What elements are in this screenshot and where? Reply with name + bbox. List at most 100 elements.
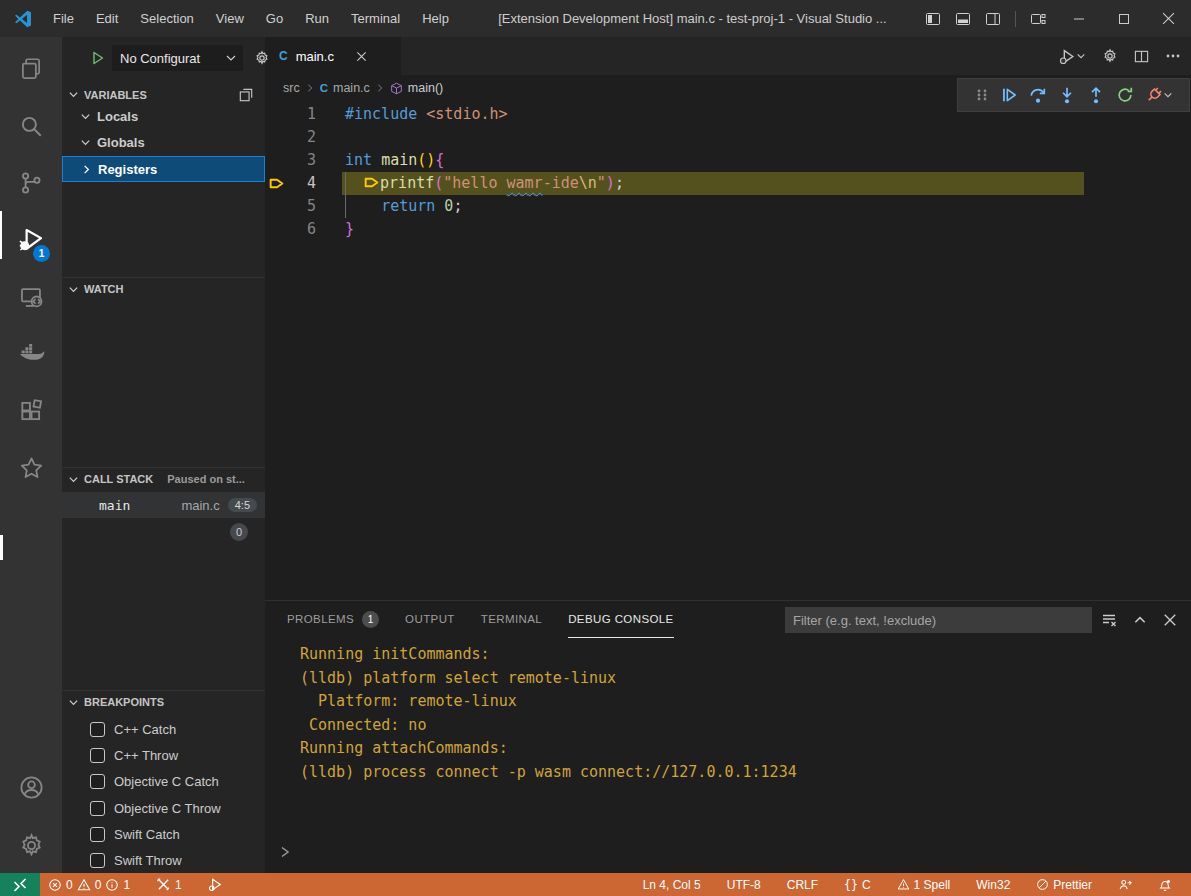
section-title: WATCH [84, 283, 124, 295]
console-filter[interactable] [785, 607, 1092, 633]
menu-view[interactable]: View [205, 0, 255, 37]
start-debug-icon[interactable] [90, 50, 106, 66]
breakpoint-row[interactable]: Objective C Throw [62, 795, 265, 821]
maximize-panel-icon[interactable] [1133, 613, 1147, 627]
section-title: BREAKPOINTS [84, 696, 164, 708]
settings-gear-icon[interactable] [0, 821, 62, 869]
checkbox[interactable] [90, 774, 105, 789]
star-icon[interactable] [0, 444, 62, 492]
console-line: Platform: remote-linux [300, 690, 797, 714]
restart-icon[interactable] [1116, 86, 1134, 104]
debug-stackframe-icon [363, 174, 380, 191]
variables-registers-row[interactable]: Registers [62, 156, 265, 182]
filter-input[interactable] [785, 613, 1092, 628]
close-panel-icon[interactable] [1163, 613, 1177, 627]
docker-icon[interactable] [0, 330, 62, 378]
customize-layout-icon[interactable] [1030, 11, 1046, 27]
breakpoint-label: Objective C Catch [114, 774, 219, 789]
run-debug-icon[interactable]: 1 [0, 216, 62, 264]
toggle-secondary-sidebar-icon[interactable] [985, 11, 1001, 27]
menu-terminal[interactable]: Terminal [340, 0, 411, 37]
warning-icon [897, 878, 910, 891]
drag-grip-icon[interactable] [975, 87, 989, 103]
launch-json-gear-icon[interactable] [254, 50, 270, 66]
formatter[interactable]: Prettier [1023, 873, 1105, 896]
call-stack-section-header[interactable]: CALL STACK Paused on st... [62, 467, 265, 490]
menu-help[interactable]: Help [411, 0, 460, 37]
spell-status[interactable]: 1 Spell [884, 873, 964, 896]
more-actions-icon[interactable] [1165, 48, 1181, 64]
toggle-sidebar-icon[interactable] [925, 11, 941, 27]
variables-locals-row[interactable]: Locals [62, 103, 265, 129]
close-button[interactable] [1146, 0, 1191, 37]
checkbox[interactable] [90, 748, 105, 763]
breakpoint-row[interactable]: C++ Throw [62, 742, 265, 768]
disconnect-icon [1145, 86, 1163, 104]
collapse-all-icon[interactable] [239, 88, 253, 102]
close-tab-icon[interactable] [356, 51, 367, 62]
status-bar: 0 0 1 1 Ln 4, Col 5 UTF-8 CRLF {}C 1 Spe… [0, 873, 1191, 896]
step-over-icon[interactable] [1029, 86, 1047, 104]
call-stack-frame-row[interactable]: main main.c 4:5 [62, 492, 265, 518]
editor-gear-icon[interactable] [1102, 48, 1118, 64]
checkbox[interactable] [90, 827, 105, 842]
breakpoint-row[interactable]: C++ Catch [62, 716, 265, 742]
menu-run[interactable]: Run [294, 0, 340, 37]
extensions-icon[interactable] [0, 387, 62, 435]
run-or-debug-button[interactable] [1059, 48, 1086, 65]
clear-console-icon[interactable] [1101, 612, 1117, 628]
breakpoints-section-header[interactable]: BREAKPOINTS [62, 690, 265, 713]
checkbox[interactable] [90, 722, 105, 737]
account-icon[interactable] [0, 763, 62, 811]
feedback-icon[interactable] [1105, 873, 1145, 896]
notifications-bell-icon[interactable] [1145, 873, 1185, 896]
problems-status[interactable]: 0 0 1 [40, 873, 143, 896]
breakpoint-row[interactable]: Swift Throw [62, 847, 265, 873]
menu-edit[interactable]: Edit [85, 0, 129, 37]
tab-terminal[interactable]: TERMINAL [481, 601, 542, 638]
menu-go[interactable]: Go [255, 0, 294, 37]
vscode-logo [14, 10, 32, 28]
chevron-down-icon [68, 89, 79, 100]
step-out-icon[interactable] [1087, 86, 1105, 104]
breadcrumb-file[interactable]: main.c [333, 81, 370, 95]
step-into-icon[interactable] [1058, 86, 1076, 104]
tab-main-c[interactable]: C main.c [265, 37, 401, 75]
breakpoint-row[interactable]: Swift Catch [62, 821, 265, 847]
watch-section-header[interactable]: WATCH [62, 277, 265, 300]
console-prompt-icon[interactable] [278, 845, 292, 859]
language-mode[interactable]: {}C [831, 873, 884, 896]
platform[interactable]: Win32 [963, 873, 1023, 896]
remote-explorer-icon[interactable] [0, 273, 62, 321]
toggle-panel-icon[interactable] [955, 11, 971, 27]
tab-problems[interactable]: PROBLEMS1 [287, 601, 379, 638]
continue-icon[interactable] [1000, 86, 1018, 104]
remote-indicator[interactable] [0, 873, 40, 896]
minimize-button[interactable] [1056, 0, 1101, 37]
checkbox[interactable] [90, 853, 105, 868]
maximize-button[interactable] [1101, 0, 1146, 37]
cursor-position[interactable]: Ln 4, Col 5 [630, 873, 714, 896]
breadcrumb-symbol[interactable]: main() [408, 81, 443, 95]
menu-file[interactable]: File [42, 0, 85, 37]
tab-debug-console[interactable]: DEBUG CONSOLE [568, 601, 674, 638]
tab-output[interactable]: OUTPUT [405, 601, 455, 638]
split-editor-icon[interactable] [1134, 49, 1149, 64]
tools-status[interactable]: 1 [143, 873, 195, 896]
bottom-panel: PROBLEMS1 OUTPUT TERMINAL DEBUG CONSOLE … [265, 600, 1191, 874]
variables-globals-row[interactable]: Globals [62, 129, 265, 155]
encoding[interactable]: UTF-8 [714, 873, 774, 896]
search-icon[interactable] [0, 102, 62, 150]
source-control-icon[interactable] [0, 159, 62, 207]
breadcrumb-folder[interactable]: src [283, 81, 300, 95]
checkbox[interactable] [90, 801, 105, 816]
code-area[interactable]: 1 #include <stdio.h> 2 3 int main(){ 4 p… [265, 101, 1191, 600]
disconnect-button[interactable] [1145, 86, 1173, 104]
menu-selection[interactable]: Selection [129, 0, 204, 37]
breakpoint-row[interactable]: Objective C Catch [62, 768, 265, 794]
debug-status-icon[interactable] [195, 873, 236, 896]
debug-config-dropdown[interactable]: No Configurat [112, 45, 243, 71]
eol[interactable]: CRLF [774, 873, 831, 896]
explorer-icon[interactable] [0, 45, 62, 93]
chevron-down-icon [80, 111, 91, 122]
